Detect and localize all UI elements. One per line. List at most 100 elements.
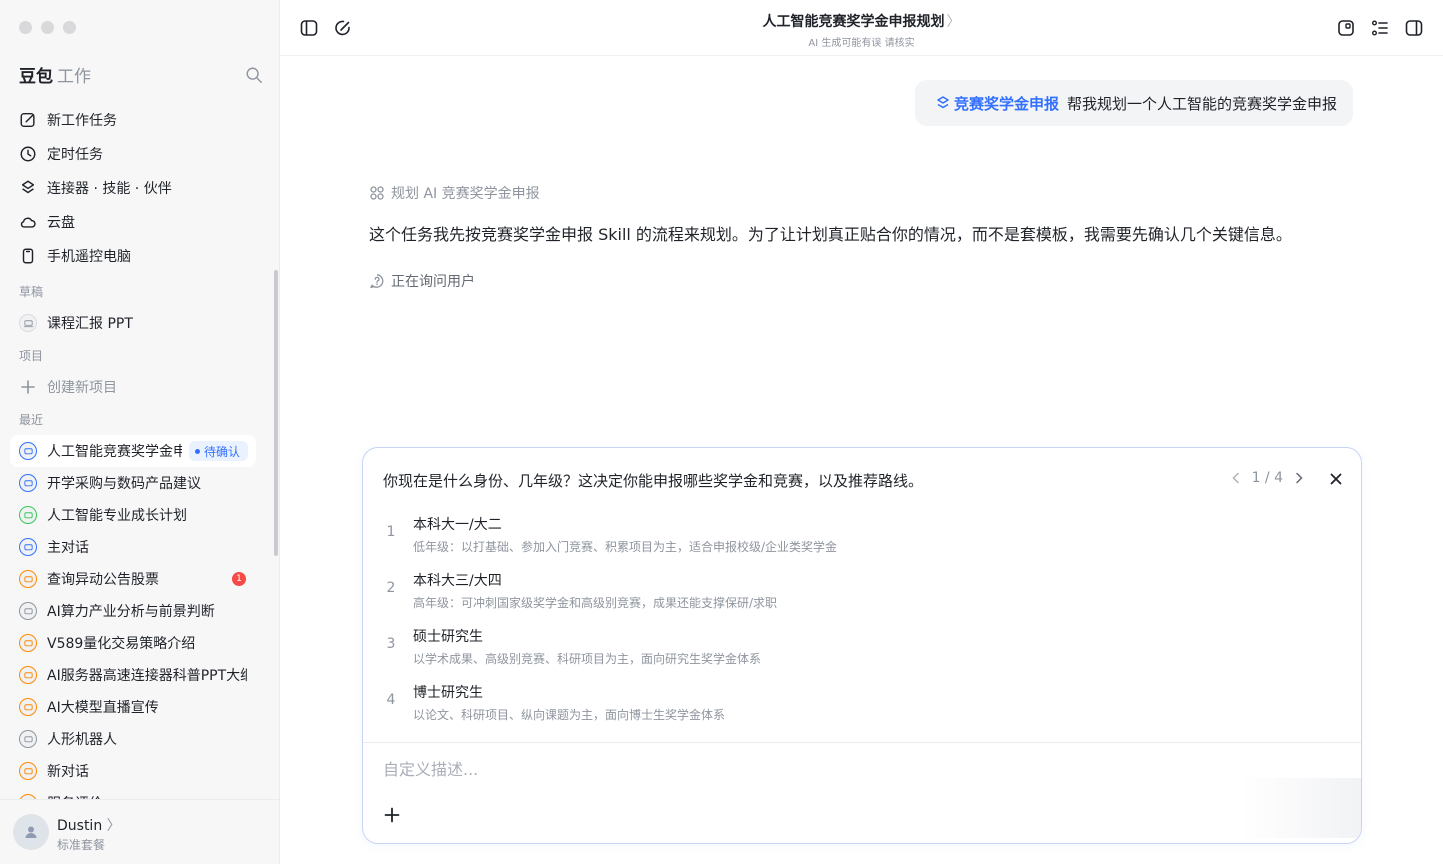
chat-icon xyxy=(19,442,37,460)
recent-item-label: AI大模型直播宣传 xyxy=(47,700,159,716)
status-badge-label: 待确认 xyxy=(203,444,240,459)
status-indicator: 正在询问用户 xyxy=(369,271,475,291)
right-panel-toggle-icon[interactable] xyxy=(1404,18,1424,38)
sidebar-nav: 新工作任务 定时任务 连接器 · 技能 · 伙伴 云盘 手机遥控电脑 xyxy=(19,103,259,273)
nav-label: 定时任务 xyxy=(47,147,103,163)
question-text: 你现在是什么身份、几年级？这决定你能申报哪些奖学金和竞赛，以及推荐路线。 xyxy=(383,472,924,490)
ai-disclaimer: AI 生成可能有误 请核实 xyxy=(808,38,915,49)
option-description: 低年级：以打基础、参加入门竞赛、积累项目为主，适合申报校级/企业类奖学金 xyxy=(413,540,838,554)
search-icon[interactable] xyxy=(245,66,263,84)
nav-scheduled-task[interactable]: 定时任务 xyxy=(19,137,259,171)
question-bubble-icon xyxy=(370,274,384,289)
chat-icon xyxy=(19,570,37,588)
nav-label: 云盘 xyxy=(47,215,75,231)
create-project-label: 创建新项目 xyxy=(47,380,117,396)
brand-name: 豆包 xyxy=(19,67,53,87)
chat-icon xyxy=(19,506,37,524)
create-project-button[interactable]: 创建新项目 xyxy=(10,371,256,403)
close-window-button[interactable] xyxy=(19,21,32,34)
sidebar-scrollbar[interactable] xyxy=(274,270,278,556)
recent-item[interactable]: 新对话 xyxy=(10,755,256,787)
skill-tag[interactable]: 竞赛奖学金申报 xyxy=(935,93,1059,114)
recent-item-label: 人工智能竞赛奖学金申报规划 xyxy=(47,444,182,460)
chevron-right-icon[interactable] xyxy=(1293,472,1305,484)
chat-icon xyxy=(19,538,37,556)
option-description: 高年级：可冲刺国家级奖学金和高级别竞赛，成果还能支撑保研/求职 xyxy=(413,596,778,610)
option-title: 本科大一/大二 xyxy=(413,517,502,533)
nav-connectors[interactable]: 连接器 · 技能 · 伙伴 xyxy=(19,171,259,205)
attach-button[interactable] xyxy=(381,804,403,826)
recent-item-label: V589量化交易策略介绍 xyxy=(47,636,196,652)
task-list-icon[interactable] xyxy=(1370,18,1390,38)
status-text: 正在询问用户 xyxy=(391,274,475,290)
recent-item[interactable]: 开学采购与数码产品建议 xyxy=(10,467,256,499)
minimize-window-button[interactable] xyxy=(41,21,54,34)
sidebar: 豆包 工作 新工作任务 定时任务 连接器 · 技能 · 伙伴 云盘 手机遥控电脑 … xyxy=(0,0,280,864)
zoom-window-button[interactable] xyxy=(63,21,76,34)
option-description: 以学术成果、高级别竞赛、科研项目为主，面向研究生奖学金体系 xyxy=(413,652,762,666)
edit-icon xyxy=(20,112,35,128)
draft-label: 课程汇报 PPT xyxy=(47,316,133,332)
drafts-list: 课程汇报 PPT xyxy=(10,307,256,339)
recent-item[interactable]: 主对话 xyxy=(10,531,256,563)
chat-icon xyxy=(19,730,37,748)
chat-icon xyxy=(19,634,37,652)
recent-item[interactable]: AI算力产业分析与前景判断 xyxy=(10,595,256,627)
recent-item-label: 开学采购与数码产品建议 xyxy=(47,476,201,492)
user-icon xyxy=(25,826,37,838)
recent-item[interactable]: 人工智能专业成长计划 xyxy=(10,499,256,531)
skill-icon xyxy=(937,96,949,109)
chevron-right-icon: 〉 xyxy=(946,14,961,30)
recent-item-label: 主对话 xyxy=(47,540,89,556)
user-name: Dustin 〉 xyxy=(57,815,121,835)
option-number: 3 xyxy=(386,636,396,652)
custom-description-input[interactable] xyxy=(383,760,1283,779)
draft-item[interactable]: 课程汇报 PPT xyxy=(10,307,256,339)
recent-item[interactable]: AI大模型直播宣传 xyxy=(10,691,256,723)
nav-cloud-drive[interactable]: 云盘 xyxy=(19,205,259,239)
recent-item[interactable]: 服务评价 xyxy=(10,787,256,799)
card-divider xyxy=(363,742,1361,743)
assistant-message: 这个任务我先按竞赛奖学金申报 Skill 的流程来规划。为了让计划真正贴合你的情… xyxy=(369,225,1292,244)
page-title[interactable]: 人工智能竞赛奖学金申报规划〉 xyxy=(280,11,1443,31)
recent-item[interactable]: 人工智能竞赛奖学金申报规划 待确认 xyxy=(10,435,256,467)
recent-list: 人工智能竞赛奖学金申报规划 待确认开学采购与数码产品建议人工智能专业成长计划主对话… xyxy=(10,435,256,799)
chevron-right-icon: 〉 xyxy=(102,818,121,834)
option-number: 2 xyxy=(386,580,396,596)
page-title-text: 人工智能竞赛奖学金申报规划 xyxy=(762,14,945,30)
close-button[interactable] xyxy=(1325,468,1347,490)
preview-icon[interactable] xyxy=(1336,18,1356,38)
chevron-left-icon[interactable] xyxy=(1230,472,1242,484)
phone-icon xyxy=(22,248,34,264)
option-number: 4 xyxy=(386,692,396,708)
recent-item[interactable]: V589量化交易策略介绍 xyxy=(10,627,256,659)
option-number: 1 xyxy=(386,524,396,540)
recent-item-label: 查询异动公告股票 xyxy=(47,572,159,588)
option-item[interactable]: 3 硕士研究生 以学术成果、高级别竞赛、科研项目为主，面向研究生奖学金体系 xyxy=(383,620,1343,674)
avatar xyxy=(13,814,49,850)
recent-item-label: AI服务器高速连接器科普PPT大纲 xyxy=(47,668,247,684)
nav-phone-remote[interactable]: 手机遥控电脑 xyxy=(19,239,259,273)
option-item[interactable]: 4 博士研究生 以论文、科研项目、纵向课题为主，面向博士生奖学金体系 xyxy=(383,676,1343,730)
laptop-icon xyxy=(19,314,37,332)
projects-list: 创建新项目 xyxy=(10,371,256,403)
projects-section-label: 项目 xyxy=(19,349,44,363)
main-panel: 人工智能竞赛奖学金申报规划〉 AI 生成可能有误 请核实 竞赛奖学金申报 帮我规… xyxy=(280,0,1443,864)
recent-item-label: 人形机器人 xyxy=(47,732,117,748)
recent-item[interactable]: 查询异动公告股票 1 xyxy=(10,563,256,595)
option-item[interactable]: 1 本科大一/大二 低年级：以打基础、参加入门竞赛、积累项目为主，适合申报校级/… xyxy=(383,508,1343,562)
option-item[interactable]: 2 本科大三/大四 高年级：可冲刺国家级奖学金和高级别竞赛，成果还能支撑保研/求… xyxy=(383,564,1343,618)
nav-new-task[interactable]: 新工作任务 xyxy=(19,103,259,137)
question-card: 你现在是什么身份、几年级？这决定你能申报哪些奖学金和竞赛，以及推荐路线。 1 /… xyxy=(362,447,1362,844)
drafts-section-label: 草稿 xyxy=(19,285,44,299)
recent-item[interactable]: 人形机器人 xyxy=(10,723,256,755)
plus-icon xyxy=(21,380,35,394)
recent-section-label: 最近 xyxy=(19,413,44,427)
app-brand: 豆包 工作 xyxy=(19,62,91,87)
user-plan: 标准套餐 xyxy=(57,838,106,852)
step-indicator[interactable]: 规划 AI 竞赛奖学金申报 xyxy=(369,183,540,203)
recent-item-label: 人工智能专业成长计划 xyxy=(47,508,187,524)
recent-item[interactable]: AI服务器高速连接器科普PPT大纲 xyxy=(10,659,256,691)
chat-icon xyxy=(19,474,37,492)
user-profile[interactable]: Dustin 〉 标准套餐 xyxy=(0,799,279,864)
